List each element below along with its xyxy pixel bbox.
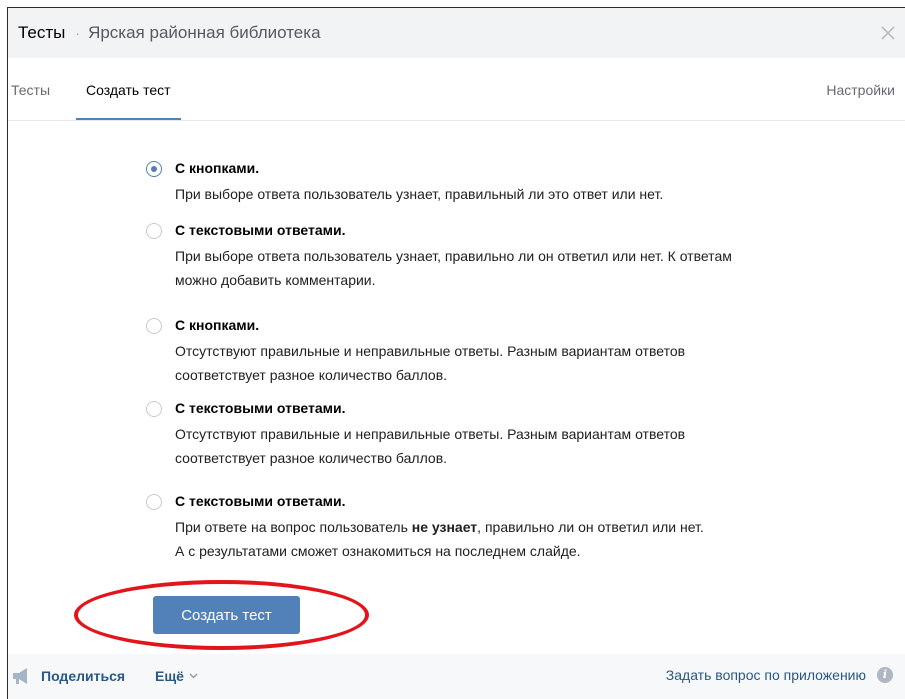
title-separator: ·: [75, 25, 81, 41]
option-description: При выборе ответа пользователь узнает, п…: [175, 248, 732, 288]
tab-tests[interactable]: Тесты: [11, 58, 50, 120]
description-text: При ответе на вопрос пользователь: [175, 519, 412, 535]
more-label: Ещё: [155, 668, 184, 684]
window-header: Тесты · Ярская районная библиотека: [8, 8, 905, 58]
radio-button[interactable]: [146, 401, 162, 417]
option-description: При выборе ответа пользователь узнает, п…: [175, 186, 664, 202]
option-description: При ответе на вопрос пользователь не узн…: [175, 515, 795, 563]
share-label: Поделиться: [41, 668, 126, 684]
description-text: А с результатами сможет ознакомиться на …: [175, 543, 581, 559]
chevron-down-icon: [189, 673, 198, 679]
info-icon[interactable]: i: [877, 667, 893, 683]
description-text: , правильно ли он ответил или нет.: [477, 519, 704, 535]
radio-button[interactable]: [146, 161, 162, 177]
option-title: С кнопками.: [175, 160, 260, 176]
radio-button[interactable]: [146, 494, 162, 510]
option-title: С кнопками.: [175, 317, 260, 333]
option-description: Отсутствуют правильные и неправильные от…: [175, 426, 686, 466]
ask-question-label: Задать вопрос по приложению: [665, 667, 866, 683]
close-icon[interactable]: [877, 22, 899, 44]
megaphone-icon: [13, 668, 27, 684]
app-window: Тесты · Ярская районная библиотека Тесты…: [7, 7, 905, 699]
tab-bar: Тесты Создать тест Настройки: [8, 58, 905, 121]
radio-button[interactable]: [146, 223, 162, 239]
option-title: С текстовыми ответами.: [175, 493, 346, 509]
community-name: Ярская районная библиотека: [88, 23, 321, 42]
option-description: Отсутствуют правильные и неправильные от…: [175, 343, 686, 383]
description-emphasis: не узнает: [411, 519, 478, 535]
share-link[interactable]: Поделиться: [11, 667, 125, 685]
tab-settings[interactable]: Настройки: [826, 58, 895, 120]
footer-bar: Поделиться Ещё Задать вопрос по приложен…: [8, 654, 905, 699]
window-title: Тесты: [18, 23, 66, 42]
option-title: С текстовыми ответами.: [175, 400, 346, 416]
more-menu[interactable]: Ещё: [155, 668, 198, 684]
ask-question-link[interactable]: Задать вопрос по приложению i: [666, 667, 893, 683]
tab-create-test[interactable]: Создать тест: [76, 58, 181, 120]
radio-button[interactable]: [146, 318, 162, 334]
create-test-button[interactable]: Создать тест: [153, 596, 300, 634]
option-title: С текстовыми ответами.: [175, 222, 346, 238]
